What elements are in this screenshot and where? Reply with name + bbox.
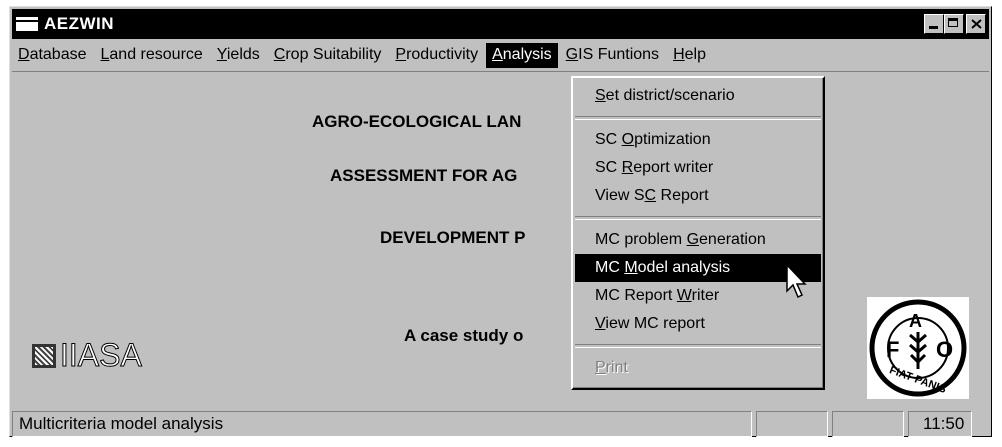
client-area: AGRO-ECOLOGICAL LAN ASSESSMENT FOR AG DE… bbox=[12, 71, 989, 406]
fao-logo: F A O FIAT PANIS bbox=[867, 297, 969, 399]
menu-separator bbox=[575, 344, 821, 348]
menu-item-view-mc-report[interactable]: View MC report bbox=[573, 310, 823, 338]
mouse-pointer-icon bbox=[786, 264, 807, 299]
svg-text:O: O bbox=[936, 337, 953, 362]
menu-database[interactable]: Database bbox=[12, 43, 93, 68]
analysis-dropdown-menu: Set district/scenario SC Optimization SC… bbox=[571, 76, 825, 390]
menu-item-view-sc-report[interactable]: View SC Report bbox=[573, 182, 823, 210]
menu-productivity[interactable]: Productivity bbox=[389, 43, 484, 68]
svg-text:F: F bbox=[886, 337, 899, 362]
menu-item-set-district-scenario[interactable]: Set district/scenario bbox=[573, 82, 823, 110]
svg-text:A: A bbox=[909, 311, 922, 331]
status-clock: 11:50 bbox=[908, 411, 972, 437]
status-bar: Multicriteria model analysis 11:50 bbox=[12, 411, 989, 439]
close-icon bbox=[971, 19, 982, 29]
menu-land-resource[interactable]: Land resource bbox=[95, 43, 209, 68]
close-button[interactable] bbox=[966, 14, 986, 34]
heading-line-2: ASSESSMENT FOR AG bbox=[330, 166, 518, 185]
iiasa-mark-icon bbox=[32, 343, 56, 368]
fao-emblem-icon: F A O FIAT PANIS bbox=[869, 299, 967, 397]
menu-crop-suitability[interactable]: Crop Suitability bbox=[268, 43, 388, 68]
minimize-button[interactable] bbox=[924, 14, 944, 34]
menu-item-print: Print bbox=[595, 359, 628, 376]
window-title: AEZWIN bbox=[44, 14, 115, 33]
menu-item-sc-optimization[interactable]: SC Optimization bbox=[573, 126, 823, 154]
window-controls bbox=[924, 14, 986, 34]
maximize-button[interactable] bbox=[944, 14, 964, 34]
menu-analysis[interactable]: Analysis bbox=[486, 42, 558, 68]
heading-line-1: AGRO-ECOLOGICAL LAN bbox=[312, 112, 522, 131]
app-menu-icon[interactable] bbox=[16, 17, 38, 31]
title-bar[interactable]: AEZWIN bbox=[12, 9, 989, 39]
heading-line-4: A case study o bbox=[404, 326, 524, 345]
menu-separator bbox=[575, 116, 821, 120]
status-message: Multicriteria model analysis bbox=[12, 411, 752, 437]
iiasa-logo: IIASA bbox=[32, 337, 142, 374]
menu-separator bbox=[575, 216, 821, 220]
main-window: AEZWIN Database Land resource Yields Cro… bbox=[9, 6, 992, 437]
menu-gis-funtions[interactable]: GIS Funtions bbox=[560, 43, 665, 68]
menu-bar: Database Land resource Yields Crop Suita… bbox=[12, 41, 989, 69]
menu-item-mc-problem-generation[interactable]: MC problem Generation bbox=[573, 226, 823, 254]
menu-yields[interactable]: Yields bbox=[211, 43, 266, 68]
status-pane-1 bbox=[756, 411, 828, 437]
menu-item-mc-model-analysis[interactable]: MC Model analysis bbox=[575, 254, 821, 282]
status-pane-2 bbox=[832, 411, 904, 437]
heading-line-3: DEVELOPMENT P bbox=[380, 228, 526, 247]
menu-item-sc-report-writer[interactable]: SC Report writer bbox=[573, 154, 823, 182]
menu-help[interactable]: Help bbox=[667, 43, 712, 68]
